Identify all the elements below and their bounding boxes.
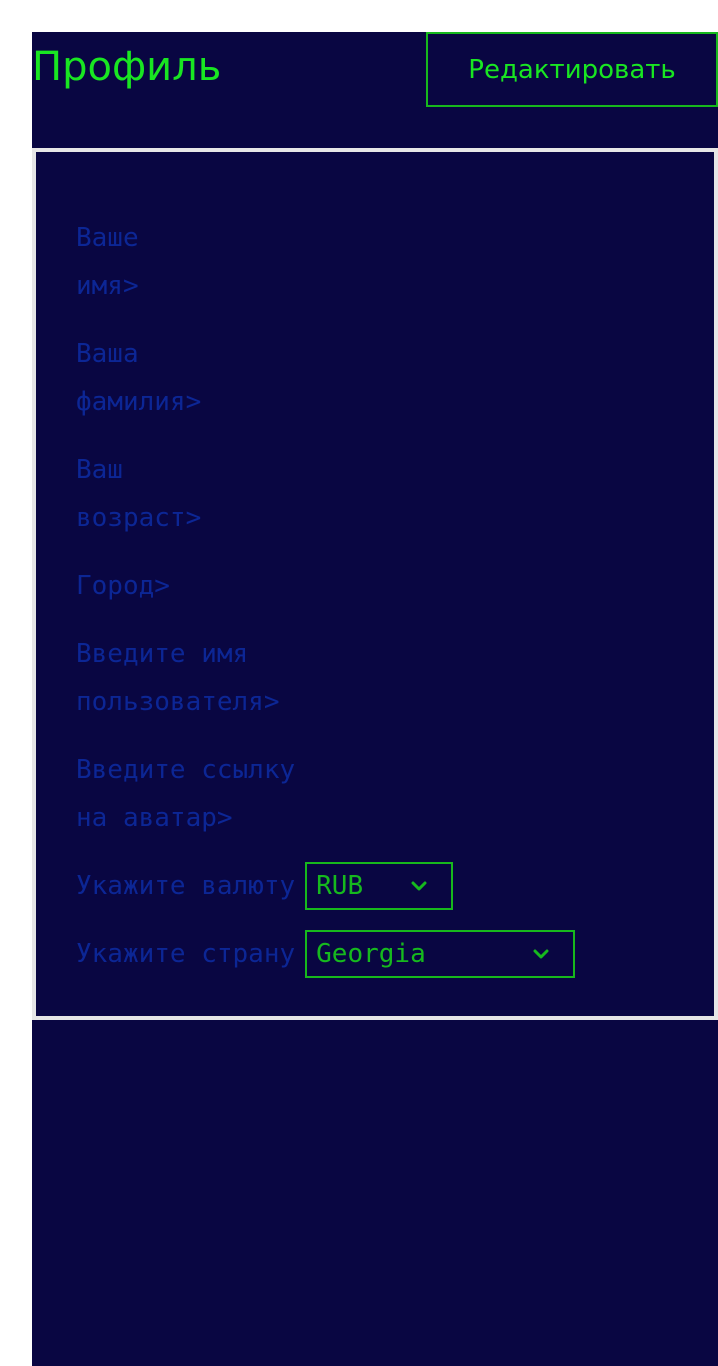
profile-form: Ваше имя> Ваша фамилия> Ваш возраст> Гор…	[76, 214, 576, 998]
first-name-placeholder-line-2: имя>	[76, 271, 139, 301]
currency-select[interactable]: RUB	[305, 862, 454, 910]
profile-app: Профиль Редактировать Ваше имя> Ваша фам…	[32, 32, 718, 1366]
country-select[interactable]: Georgia	[305, 930, 576, 978]
username-placeholder-line-2: пользователя>	[76, 687, 280, 717]
edit-button[interactable]: Редактировать	[426, 32, 718, 107]
page-title: Профиль	[32, 44, 222, 90]
avatar-url-field[interactable]: Введите ссылку на аватар>	[76, 746, 575, 842]
header: Профиль Редактировать	[32, 32, 718, 148]
chevron-down-icon	[407, 864, 431, 908]
city-field[interactable]: Город>	[76, 562, 575, 610]
last-name-placeholder-line-2: фамилия>	[76, 387, 202, 417]
last-name-field[interactable]: Ваша фамилия>	[76, 330, 575, 426]
chevron-down-icon	[529, 932, 553, 976]
age-field[interactable]: Ваш возраст>	[76, 446, 575, 542]
first-name-placeholder-line-1: Ваше	[76, 223, 139, 253]
city-placeholder: Город>	[76, 571, 170, 601]
username-field[interactable]: Введите имя пользователя>	[76, 630, 575, 726]
last-name-placeholder-line-1: Ваша	[76, 339, 139, 369]
currency-label: Укажите валюту	[76, 871, 296, 901]
currency-row: Укажите валюту RUB	[76, 862, 575, 910]
country-label: Укажите страну	[76, 939, 296, 969]
age-placeholder-line-2: возраст>	[76, 503, 202, 533]
profile-panel: Ваше имя> Ваша фамилия> Ваш возраст> Гор…	[32, 148, 718, 1020]
country-row: Укажите страну Georgia	[76, 930, 576, 978]
avatar-placeholder-line-2: на аватар>	[76, 803, 233, 833]
country-value: Georgia	[316, 939, 426, 969]
avatar-placeholder-line-1: Введите ссылку	[76, 755, 296, 785]
age-placeholder-line-1: Ваш	[76, 455, 123, 485]
username-placeholder-line-1: Введите имя	[76, 639, 249, 669]
currency-value: RUB	[316, 871, 364, 901]
first-name-field[interactable]: Ваше имя>	[76, 214, 575, 310]
